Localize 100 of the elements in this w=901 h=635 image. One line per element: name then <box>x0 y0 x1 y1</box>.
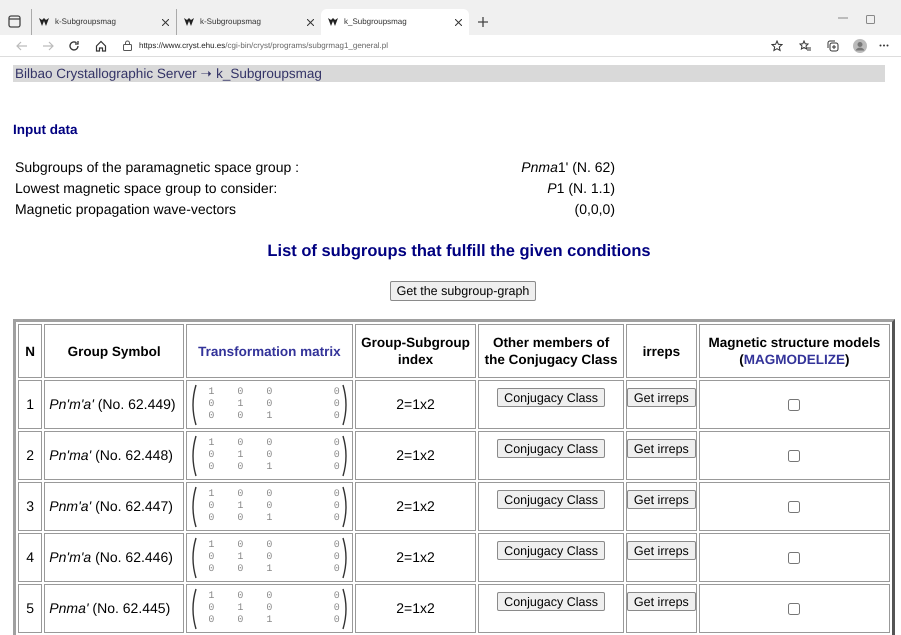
matrix-entry: 1 <box>236 552 244 564</box>
breadcrumb-bar: Bilbao Crystallographic Server ➝ k_Subgroupsmag <box>13 65 885 82</box>
group-symbol: Pnm'a' (No. 62.447) <box>44 482 184 531</box>
matrix-entry: 1 <box>236 398 244 410</box>
matrix-entry: 1 <box>265 564 274 576</box>
subgroup-index: 2=1x2 <box>354 431 476 480</box>
model-checkbox[interactable] <box>788 450 800 462</box>
matrix-entry: 0 <box>332 500 341 512</box>
subgroup-index: 2=1x2 <box>354 533 476 582</box>
get-irreps-button[interactable]: Get irreps <box>626 592 696 611</box>
matrix-entry: 0 <box>236 488 244 500</box>
subgroup-graph-button[interactable]: Get the subgroup-graph <box>390 281 536 301</box>
get-irreps-button[interactable]: Get irreps <box>626 439 696 458</box>
row-number: 1 <box>18 380 42 429</box>
group-symbol: Pn'm'a (No. 62.446) <box>44 533 184 582</box>
conjugacy-class-button[interactable]: Conjugacy Class <box>497 490 605 509</box>
browser-tab[interactable]: k_Subgroupsmag <box>321 9 469 35</box>
matrix-entry: 0 <box>207 614 216 626</box>
conjugacy-class-button[interactable]: Conjugacy Class <box>497 439 605 458</box>
conjugacy-class-button[interactable]: Conjugacy Class <box>497 388 605 407</box>
site-icon <box>184 18 194 26</box>
matrix-entry: 0 <box>236 512 244 524</box>
maximize-icon[interactable] <box>866 15 875 24</box>
matrix-entry: 0 <box>332 552 341 564</box>
matrix-entry: 0 <box>207 552 216 564</box>
column-header: N <box>18 324 42 378</box>
matrix-entry: 0 <box>236 540 244 552</box>
matrix-entry: 0 <box>236 614 244 626</box>
matrix-entry: 1 <box>265 512 274 524</box>
minimize-icon[interactable] <box>838 17 848 19</box>
model-checkbox[interactable] <box>788 501 800 514</box>
matrix-entry: 1 <box>207 438 216 450</box>
site-icon <box>39 18 49 26</box>
magmodelize-link[interactable]: MAGMODELIZE <box>744 352 845 367</box>
matrix-entry: 1 <box>207 540 216 552</box>
matrix-entry: 0 <box>236 410 244 422</box>
matrix-entry: 0 <box>332 488 341 500</box>
row-number: 3 <box>18 482 42 531</box>
matrix-entry: 0 <box>332 540 341 552</box>
matrix-entry: 1 <box>207 590 216 602</box>
matrix-entry: 0 <box>332 450 341 462</box>
row-number: 5 <box>18 584 42 633</box>
new-tab-icon[interactable] <box>477 16 489 28</box>
matrix-entry: 1 <box>265 614 274 626</box>
conjugacy-class-button[interactable]: Conjugacy Class <box>497 541 605 560</box>
add-favorite-icon[interactable] <box>771 40 783 52</box>
get-irreps-button[interactable]: Get irreps <box>626 541 696 560</box>
matrix-entry: 1 <box>236 450 244 462</box>
matrix-entry: 0 <box>332 512 341 524</box>
conjugacy-class-button[interactable]: Conjugacy Class <box>497 592 605 611</box>
matrix-entry: 0 <box>207 602 216 614</box>
get-irreps-button[interactable]: Get irreps <box>626 490 696 509</box>
group-symbol: Pn'ma' (No. 62.448) <box>44 431 184 480</box>
tab-title: k-Subgroupsmag <box>200 16 262 28</box>
get-irreps-button[interactable]: Get irreps <box>626 388 696 407</box>
matrix-entry: 0 <box>265 450 274 462</box>
section-heading: Input data <box>13 121 79 139</box>
matrix-entry: 0 <box>332 590 341 602</box>
input-label: Subgroups of the paramagnetic space group : <box>15 158 300 176</box>
matrix-entry: 0 <box>265 602 274 614</box>
favorites-icon[interactable] <box>799 40 811 52</box>
more-icon[interactable] <box>879 44 889 47</box>
matrix-entry: 0 <box>265 500 274 512</box>
site-icon <box>328 18 338 26</box>
input-label: Magnetic propagation wave-vectors <box>15 200 236 218</box>
model-checkbox[interactable] <box>788 552 800 564</box>
tab-actions-icon[interactable] <box>8 15 21 28</box>
profile-icon[interactable] <box>853 38 867 52</box>
matrix-entry: 0 <box>207 398 216 410</box>
subgroup-index: 2=1x2 <box>354 482 476 531</box>
column-header: Other members of the Conjugacy Class <box>478 324 624 378</box>
model-checkbox[interactable] <box>788 399 800 412</box>
collections-icon[interactable] <box>827 40 839 52</box>
column-header: Group-Subgroup index <box>354 324 476 378</box>
matrix-entry: 0 <box>236 590 244 602</box>
reload-icon[interactable] <box>68 40 80 52</box>
lock-icon[interactable] <box>123 40 132 51</box>
matrix-entry: 0 <box>265 438 274 450</box>
close-icon[interactable] <box>162 18 169 26</box>
close-icon[interactable] <box>455 18 462 26</box>
input-value: P1 (N. 1.1) <box>547 179 615 198</box>
matrix-entry: 0 <box>332 462 341 474</box>
matrix-entry: 0 <box>332 614 341 626</box>
home-icon[interactable] <box>95 40 107 52</box>
matrix-entry: 0 <box>236 462 244 474</box>
close-icon[interactable] <box>307 18 314 26</box>
input-label: Lowest magnetic space group to consider: <box>15 179 278 198</box>
input-value: Pnma1' (N. 62) <box>521 158 615 176</box>
subgroup-index: 2=1x2 <box>354 584 476 633</box>
group-symbol: Pn'm'a' (No. 62.449) <box>44 380 184 429</box>
matrix-entry: 0 <box>236 438 244 450</box>
matrix-entry: 0 <box>207 500 216 512</box>
matrix-entry: 0 <box>265 488 274 500</box>
column-header: Magnetic structure models (MAGMODELIZE) <box>708 335 880 367</box>
matrix-entry: 1 <box>236 500 244 512</box>
matrix-entry: 0 <box>332 398 341 410</box>
address-field[interactable]: https://www.cryst.ehu.es/cgi-bin/cryst/programs/subgrmag1_general.pl <box>139 40 388 52</box>
matrix-entry: 0 <box>236 386 244 398</box>
model-checkbox[interactable] <box>788 603 800 616</box>
matrix-entry: 0 <box>265 398 274 410</box>
